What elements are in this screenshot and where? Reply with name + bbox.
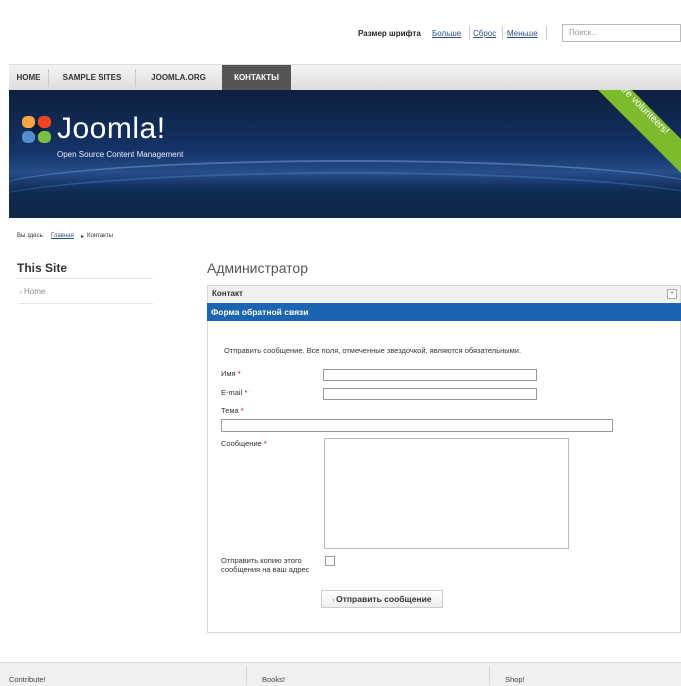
font-reset-link[interactable]: Сброс bbox=[473, 29, 496, 38]
email-label: E-mail * bbox=[221, 388, 248, 397]
breadcrumb-separator: ▸ bbox=[81, 234, 85, 240]
copy-checkbox[interactable] bbox=[325, 556, 335, 566]
logo-text: Joomla! bbox=[57, 112, 166, 145]
font-size-divider bbox=[469, 26, 470, 40]
footer-item-contribute[interactable]: Contribute! bbox=[9, 675, 46, 684]
sidebar-divider bbox=[17, 278, 153, 279]
form-intro: Отправить сообщение. Все поля, отмеченны… bbox=[224, 346, 522, 355]
sidebar-title: This Site bbox=[17, 261, 68, 275]
subject-field[interactable] bbox=[221, 419, 613, 432]
copy-label: Отправить копию этого сообщения на ваш а… bbox=[221, 556, 310, 574]
search-input[interactable]: Поиск... bbox=[562, 24, 681, 42]
logo-tagline: Open Source Content Management bbox=[57, 150, 184, 159]
font-bigger-link[interactable]: Больше bbox=[432, 29, 461, 38]
nav-item-home[interactable]: HOME bbox=[9, 65, 48, 91]
main-nav: HOME SAMPLE SITES JOOMLA.ORG КОНТАКТЫ bbox=[9, 64, 681, 91]
font-smaller-link[interactable]: Меньше bbox=[507, 29, 538, 38]
nav-item-sample-sites[interactable]: SAMPLE SITES bbox=[49, 65, 135, 91]
font-size-divider bbox=[546, 26, 547, 40]
submit-button[interactable]: › Отправить сообщение bbox=[321, 590, 443, 608]
header-banner: Joomla! Open Source Content Management W… bbox=[9, 90, 681, 218]
footer bbox=[0, 662, 681, 686]
font-size-label: Размер шрифта bbox=[358, 29, 421, 38]
sidebar-item-label: Home bbox=[24, 287, 46, 296]
breadcrumb-prefix: Вы здесь: bbox=[17, 233, 45, 239]
contact-header[interactable]: Контакт bbox=[208, 286, 680, 302]
footer-item-books[interactable]: Books! bbox=[262, 675, 285, 684]
page-title: Администратор bbox=[207, 260, 309, 276]
nav-item-joomla-org[interactable]: JOOMLA.ORG bbox=[136, 65, 221, 91]
nav-item-contacts[interactable]: КОНТАКТЫ bbox=[222, 65, 291, 91]
footer-item-shop[interactable]: Shop! bbox=[505, 675, 525, 684]
footer-divider bbox=[246, 666, 247, 685]
sidebar-item-home[interactable]: » Home bbox=[19, 287, 153, 304]
form-title[interactable]: Форма обратной связи bbox=[207, 303, 681, 321]
expand-icon[interactable]: + bbox=[667, 289, 677, 299]
message-label: Сообщение * bbox=[221, 439, 267, 448]
name-field[interactable] bbox=[323, 369, 537, 381]
breadcrumb-current: Контакты bbox=[87, 233, 113, 239]
breadcrumb-home-link[interactable]: Главная bbox=[51, 233, 74, 239]
name-label: Имя * bbox=[221, 369, 241, 378]
joomla-logo-icon bbox=[22, 116, 51, 143]
message-textarea[interactable] bbox=[324, 438, 569, 549]
subject-label: Тема * bbox=[221, 406, 244, 415]
footer-divider bbox=[489, 666, 490, 685]
email-field[interactable] bbox=[323, 388, 537, 400]
font-size-divider bbox=[502, 26, 503, 40]
